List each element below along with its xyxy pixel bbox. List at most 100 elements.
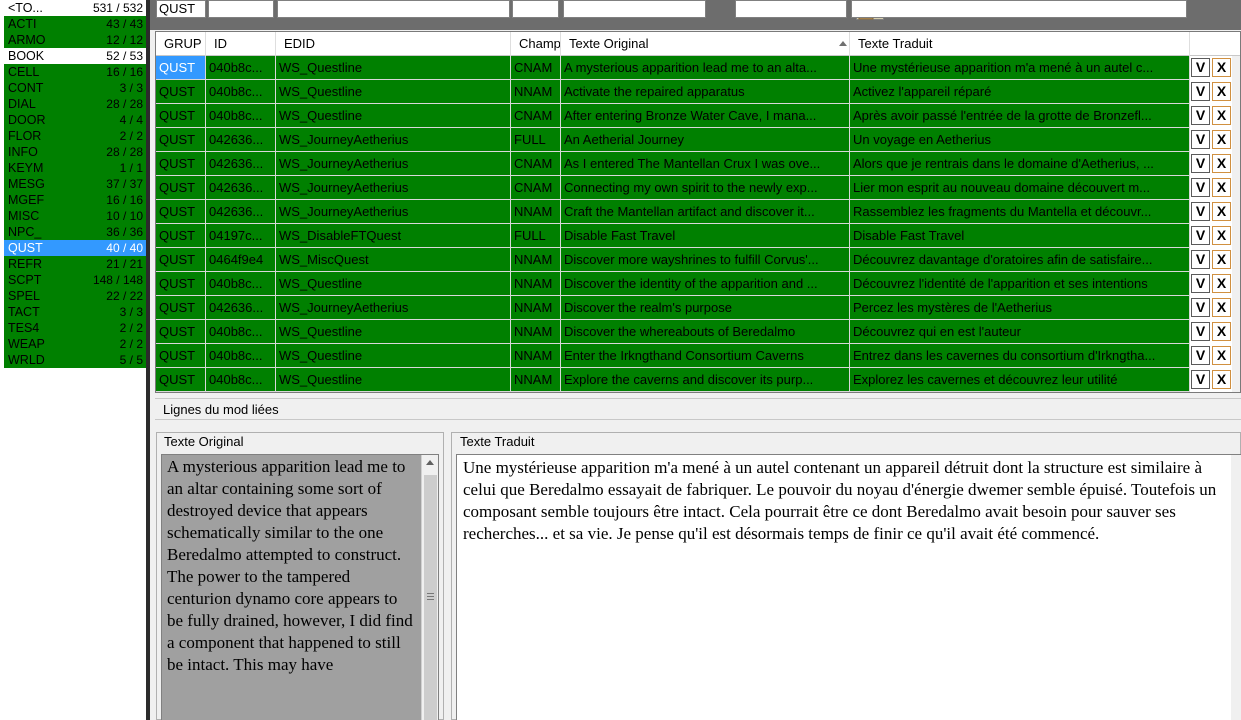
table-row[interactable]: QUST 040b8c... WS_Questline NNAM Enter the I…: [156, 344, 1240, 368]
cell-texte-original[interactable]: An Aetherial Journey: [561, 128, 850, 152]
cell-id[interactable]: 040b8c...: [206, 272, 276, 296]
cell-champ[interactable]: CNAM: [511, 176, 561, 200]
cell-id[interactable]: 040b8c...: [206, 80, 276, 104]
scroll-up-icon[interactable]: [426, 460, 434, 465]
delete-button[interactable]: X: [1212, 322, 1231, 341]
cell-grup[interactable]: QUST: [156, 56, 206, 80]
cell-champ[interactable]: CNAM: [511, 104, 561, 128]
table-row[interactable]: QUST 040b8c... WS_Questline NNAM Discover th…: [156, 320, 1240, 344]
cell-champ[interactable]: NNAM: [511, 200, 561, 224]
category-item[interactable]: BOOK 52 / 53: [4, 48, 147, 64]
cell-id[interactable]: 040b8c...: [206, 344, 276, 368]
cell-texte-traduit[interactable]: Explorez les cavernes et découvrez leur …: [850, 368, 1190, 392]
category-item[interactable]: MISC 10 / 10: [4, 208, 147, 224]
table-row[interactable]: QUST 042636... WS_JourneyAetherius CNAM Conn…: [156, 176, 1240, 200]
validate-button[interactable]: V: [1191, 370, 1210, 389]
cell-texte-traduit[interactable]: Entrez dans les cavernes du consortium d…: [850, 344, 1190, 368]
cell-id[interactable]: 0464f9e4: [206, 248, 276, 272]
cell-edid[interactable]: WS_JourneyAetherius: [276, 176, 511, 200]
cell-edid[interactable]: WS_Questline: [276, 344, 511, 368]
cell-edid[interactable]: WS_Questline: [276, 80, 511, 104]
cell-texte-original[interactable]: Connecting my own spirit to the newly ex…: [561, 176, 850, 200]
table-row[interactable]: QUST 042636... WS_JourneyAetherius NNAM Craf…: [156, 200, 1240, 224]
cell-edid[interactable]: WS_Questline: [276, 272, 511, 296]
table-row[interactable]: QUST 042636... WS_JourneyAetherius FULL An A…: [156, 128, 1240, 152]
table-row[interactable]: QUST 0464f9e4 WS_MiscQuest NNAM Discover mor…: [156, 248, 1240, 272]
category-list[interactable]: <TO... 531 / 532 ACTI 43 / 43 ARMO 12 / 12 BOO…: [4, 0, 147, 368]
cell-champ[interactable]: NNAM: [511, 344, 561, 368]
cell-grup[interactable]: QUST: [156, 224, 206, 248]
category-item[interactable]: <TO... 531 / 532: [4, 0, 147, 16]
cell-texte-original[interactable]: A mysterious apparition lead me to an al…: [561, 56, 850, 80]
delete-button[interactable]: X: [1212, 250, 1231, 269]
category-item[interactable]: FLOR 2 / 2: [4, 128, 147, 144]
category-item[interactable]: ARMO 12 / 12: [4, 32, 147, 48]
splitter[interactable]: [146, 0, 150, 720]
cell-edid[interactable]: WS_Questline: [276, 56, 511, 80]
cell-texte-traduit[interactable]: Découvrez l'identité de l'apparition et …: [850, 272, 1190, 296]
filter-original-input-2[interactable]: [735, 0, 847, 18]
cell-id[interactable]: 042636...: [206, 128, 276, 152]
cell-texte-original[interactable]: Craft the Mantellan artifact and discove…: [561, 200, 850, 224]
validate-button[interactable]: V: [1191, 202, 1210, 221]
table-row[interactable]: QUST 040b8c... WS_Questline CNAM A mysteriou…: [156, 56, 1240, 80]
category-item[interactable]: REFR 21 / 21: [4, 256, 147, 272]
original-text-scrollbar[interactable]: [421, 455, 438, 720]
delete-button[interactable]: X: [1212, 154, 1231, 173]
cell-edid[interactable]: WS_JourneyAetherius: [276, 128, 511, 152]
cell-texte-original[interactable]: Explore the caverns and discover its pur…: [561, 368, 850, 392]
cell-texte-original[interactable]: Discover the realm's purpose: [561, 296, 850, 320]
cell-champ[interactable]: NNAM: [511, 80, 561, 104]
table-row[interactable]: QUST 040b8c... WS_Questline NNAM Activate th…: [156, 80, 1240, 104]
filter-traduit-input[interactable]: [851, 0, 1187, 18]
cell-grup[interactable]: QUST: [156, 320, 206, 344]
cell-grup[interactable]: QUST: [156, 80, 206, 104]
scroll-thumb[interactable]: [424, 475, 437, 720]
cell-id[interactable]: 040b8c...: [206, 104, 276, 128]
cell-champ[interactable]: CNAM: [511, 56, 561, 80]
cell-texte-original[interactable]: Discover the identity of the apparition …: [561, 272, 850, 296]
cell-edid[interactable]: WS_Questline: [276, 368, 511, 392]
validate-button[interactable]: V: [1191, 130, 1210, 149]
header-grup[interactable]: GRUP: [156, 32, 206, 56]
filter-champ-input[interactable]: [512, 0, 559, 18]
cell-edid[interactable]: WS_JourneyAetherius: [276, 152, 511, 176]
validate-button[interactable]: V: [1191, 58, 1210, 77]
category-item[interactable]: WEAP 2 / 2: [4, 336, 147, 352]
validate-button[interactable]: V: [1191, 154, 1210, 173]
validate-button[interactable]: V: [1191, 274, 1210, 293]
category-item[interactable]: CONT 3 / 3: [4, 80, 147, 96]
cell-texte-original[interactable]: Discover the whereabouts of Beredalmo: [561, 320, 850, 344]
category-item[interactable]: SPEL 22 / 22: [4, 288, 147, 304]
category-item[interactable]: WRLD 5 / 5: [4, 352, 147, 368]
cell-texte-original[interactable]: After entering Bronze Water Cave, I mana…: [561, 104, 850, 128]
cell-champ[interactable]: CNAM: [511, 152, 561, 176]
cell-edid[interactable]: WS_JourneyAetherius: [276, 296, 511, 320]
cell-champ[interactable]: NNAM: [511, 368, 561, 392]
cell-edid[interactable]: WS_JourneyAetherius: [276, 200, 511, 224]
cell-edid[interactable]: WS_Questline: [276, 104, 511, 128]
cell-id[interactable]: 042636...: [206, 176, 276, 200]
delete-button[interactable]: X: [1212, 298, 1231, 317]
delete-button[interactable]: X: [1212, 106, 1231, 125]
cell-texte-traduit[interactable]: Un voyage en Aetherius: [850, 128, 1190, 152]
category-item[interactable]: TACT 3 / 3: [4, 304, 147, 320]
category-item[interactable]: QUST 40 / 40: [4, 240, 147, 256]
header-texte-original[interactable]: Texte Original: [561, 32, 850, 56]
cell-id[interactable]: 040b8c...: [206, 320, 276, 344]
validate-button[interactable]: V: [1191, 298, 1210, 317]
cell-champ[interactable]: NNAM: [511, 296, 561, 320]
validate-button[interactable]: V: [1191, 226, 1210, 245]
delete-button[interactable]: X: [1212, 178, 1231, 197]
strings-grid[interactable]: GRUP ID EDID Champ Texte Original Texte …: [155, 31, 1241, 393]
validate-button[interactable]: V: [1191, 322, 1210, 341]
cell-edid[interactable]: WS_Questline: [276, 320, 511, 344]
table-row[interactable]: QUST 040b8c... WS_Questline CNAM After enter…: [156, 104, 1240, 128]
cell-texte-traduit[interactable]: Rassemblez les fragments du Mantella et …: [850, 200, 1190, 224]
cell-id[interactable]: 042636...: [206, 296, 276, 320]
delete-button[interactable]: X: [1212, 370, 1231, 389]
table-row[interactable]: QUST 04197c... WS_DisableFTQuest FULL Disabl…: [156, 224, 1240, 248]
validate-button[interactable]: V: [1191, 106, 1210, 125]
cell-texte-traduit[interactable]: Découvrez qui en est l'auteur: [850, 320, 1190, 344]
cell-grup[interactable]: QUST: [156, 344, 206, 368]
